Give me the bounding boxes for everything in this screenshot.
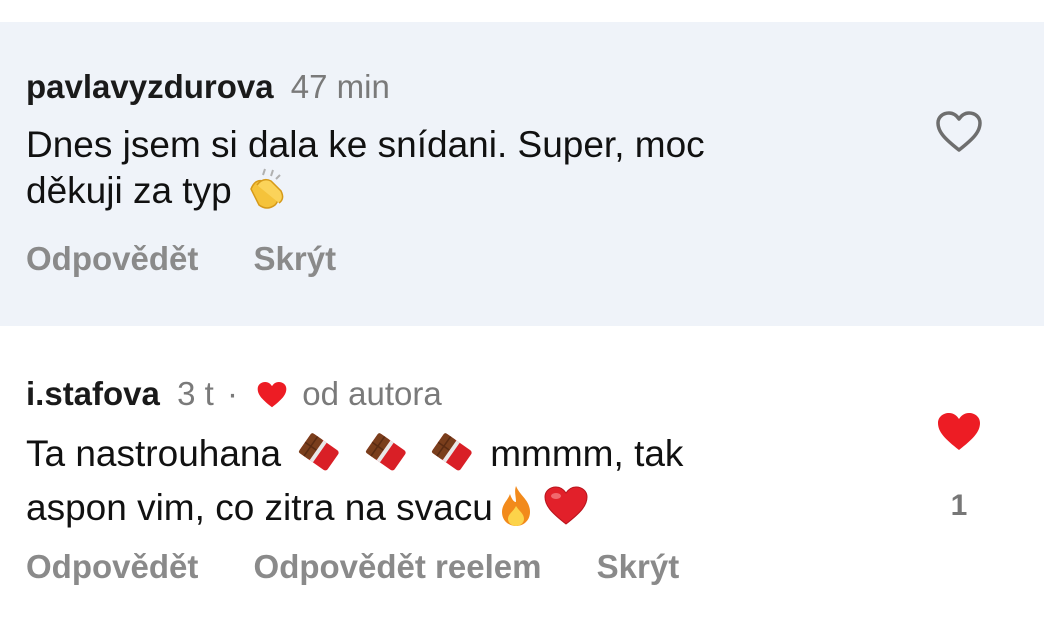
chocolate-bar-icon	[294, 430, 344, 484]
comment-time: 47 min	[290, 68, 390, 105]
reply-button[interactable]: Odpovědět	[26, 240, 198, 277]
author-like-label: od autora	[302, 375, 442, 412]
like-count: 1	[950, 489, 968, 522]
comment-item: pavlavyzdurova 47 min Dnes jsem si dala …	[0, 22, 1044, 326]
fire-icon	[496, 484, 536, 538]
comment-username[interactable]: pavlavyzdurova	[26, 68, 274, 105]
comment-text-part1: Ta nastrouhana	[26, 433, 282, 474]
heart-outline-icon	[935, 111, 983, 158]
comment-text-part2: mmmm, tak	[490, 433, 684, 474]
hide-button[interactable]: Skrýt	[597, 548, 680, 585]
comment-text: Dnes jsem si dala ke snídani. Super, moc…	[26, 123, 886, 221]
comment-header: i.stafova 3 t · od autora	[26, 374, 442, 419]
comment-item: i.stafova 3 t · od autora Ta nastrouhana	[0, 326, 1044, 620]
author-liked-heart-icon	[255, 379, 289, 419]
comment-time: 3 t	[177, 375, 214, 412]
heart-filled-icon	[935, 413, 983, 458]
chocolate-bar-icon	[427, 430, 477, 484]
hide-button[interactable]: Skrýt	[254, 240, 337, 277]
like-button[interactable]: 1	[934, 410, 984, 523]
clapping-hands-icon	[245, 167, 289, 221]
comment-header: pavlavyzdurova 47 min	[26, 67, 390, 107]
comment-text-line1: Dnes jsem si dala ke snídani. Super, moc	[26, 124, 705, 165]
chocolate-bar-icon	[361, 430, 411, 484]
comment-actions: Odpovědět Odpovědět reelem Skrýt	[26, 548, 725, 586]
comment-text-line2: aspon vim, co zitra na svacu	[26, 487, 493, 528]
reply-with-reel-button[interactable]: Odpovědět reelem	[254, 548, 542, 585]
comment-text: Ta nastrouhana mmmm, tak aspon vim, co z…	[26, 430, 886, 538]
comment-username[interactable]: i.stafova	[26, 375, 160, 412]
comment-text-line2: děkuji za typ	[26, 170, 232, 211]
red-heart-icon	[542, 484, 590, 538]
like-button[interactable]	[934, 110, 984, 159]
reply-button[interactable]: Odpovědět	[26, 548, 198, 585]
comment-actions: Odpovědět Skrýt	[26, 240, 382, 278]
separator-dot: ·	[226, 375, 238, 412]
